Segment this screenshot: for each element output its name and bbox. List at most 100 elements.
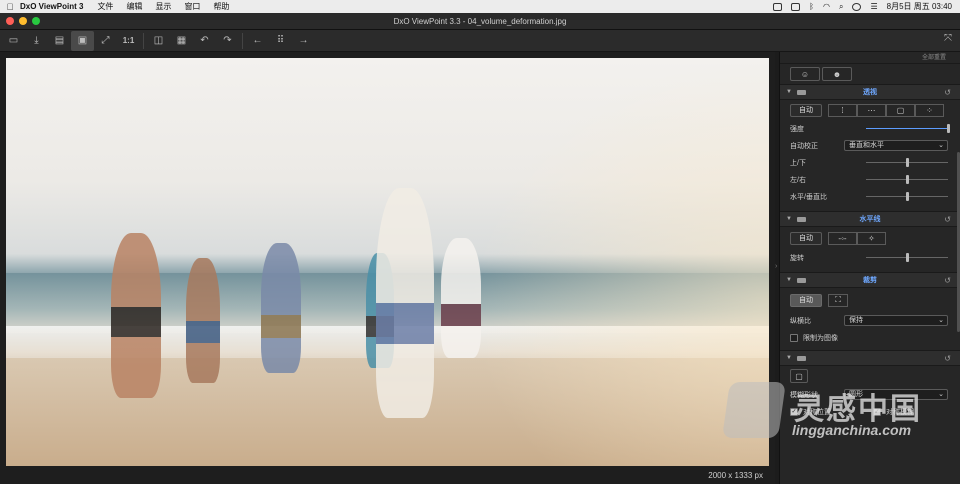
auto-correct-dropdown[interactable]: 垂直和水平 ⌄: [844, 140, 948, 151]
zoom-window-button[interactable]: [32, 17, 40, 25]
perspective-mode-segment: ⁞ ⋯ ▢ ⁘: [828, 103, 944, 117]
collapse-triangle-icon[interactable]: ▼: [786, 355, 792, 361]
chevron-down-icon: ⌄: [938, 317, 944, 324]
chevron-down-icon: ⌄: [938, 142, 944, 149]
app-menu[interactable]: DxO ViewPoint 3: [20, 2, 83, 11]
person-focus-icon[interactable]: ☺: [790, 67, 820, 81]
photo-sun-glow: [469, 58, 769, 466]
ratio-label: 水平/垂直比: [790, 193, 827, 201]
slider-knob[interactable]: [906, 175, 909, 184]
perspective-auto-button[interactable]: 自动: [790, 103, 822, 117]
rotate-right-icon[interactable]: ↷: [216, 31, 239, 51]
reset-icon[interactable]: ↺: [944, 354, 951, 363]
aspect-dropdown[interactable]: 保持 ⌄: [844, 315, 948, 326]
fit-to-screen-icon[interactable]: ⤢: [94, 31, 117, 51]
ratio-slider[interactable]: [866, 192, 948, 201]
strength-slider[interactable]: [866, 124, 950, 133]
leftright-label: 左/右: [790, 176, 806, 184]
horizon-line-icon[interactable]: -◦-: [828, 231, 857, 245]
leftright-slider[interactable]: [866, 175, 948, 184]
window-title: DxO ViewPoint 3.3 - 04_volume_deformatio…: [393, 16, 567, 26]
limit-to-image-label: 限制为图像: [803, 334, 838, 342]
auto-correct-value: 垂直和水平: [849, 142, 884, 149]
filmstrip-icon[interactable]: ⠿: [269, 31, 292, 51]
updown-slider[interactable]: [866, 158, 948, 167]
perspective-section-header[interactable]: ▼ 透视 ↺: [780, 84, 960, 100]
grid-icon[interactable]: ▦: [170, 31, 193, 51]
menu-help[interactable]: 帮助: [213, 1, 229, 12]
slider-knob[interactable]: [906, 253, 909, 262]
close-window-button[interactable]: [6, 17, 14, 25]
slider-knob[interactable]: [906, 158, 909, 167]
limit-row: 限制为图像: [780, 329, 960, 346]
minimize-window-button[interactable]: [19, 17, 27, 25]
eight-point-icon[interactable]: ⁘: [915, 103, 944, 117]
rotate-slider[interactable]: [866, 253, 948, 262]
zoom-100-button[interactable]: 1:1: [117, 31, 140, 51]
menu-view[interactable]: 显示: [155, 1, 171, 12]
previous-image-icon[interactable]: ←: [246, 31, 269, 51]
horizontal-lines-icon[interactable]: ⋯: [857, 103, 886, 117]
rectangle-icon[interactable]: ▢: [886, 103, 915, 117]
crop-section-header[interactable]: ▼ 裁剪 ↺: [780, 272, 960, 288]
slider-knob[interactable]: [947, 124, 950, 133]
reset-icon[interactable]: ↺: [944, 88, 951, 97]
slider-knob[interactable]: [906, 192, 909, 201]
aspect-label: 纵横比: [790, 317, 811, 325]
single-view-icon[interactable]: ▣: [71, 30, 94, 51]
watermark-logo-icon: [722, 382, 786, 438]
crop-title: 裁剪: [863, 277, 877, 284]
image-size-label: 2000 x 1333 px: [708, 471, 763, 480]
beach-photo[interactable]: [6, 58, 769, 466]
control-center-icon[interactable]: ☰: [870, 2, 877, 11]
window-title-bar: DxO ViewPoint 3.3 - 04_volume_deformatio…: [0, 13, 960, 30]
menu-file[interactable]: 文件: [97, 1, 113, 12]
blur-shape-icon[interactable]: ▢: [790, 369, 808, 383]
reset-all-link[interactable]: 全部重置: [780, 52, 960, 64]
watermark-en-text: lingganchina.com: [792, 422, 912, 438]
aspect-row: 纵横比 保持 ⌄: [780, 312, 960, 329]
screen-mirror-icon[interactable]: [791, 2, 801, 11]
ratio-row: 水平/垂直比: [780, 188, 960, 205]
limit-to-image-checkbox[interactable]: [790, 333, 798, 342]
perspective-mode-row: 自动 ⁞ ⋯ ▢ ⁘: [780, 100, 960, 120]
next-image-icon[interactable]: →: [292, 31, 315, 51]
vertical-lines-icon[interactable]: ⁞: [828, 103, 857, 117]
apple-menu-icon[interactable]: : [0, 2, 20, 12]
toolbar: ▭ ⤓ ▤ ▣ ⤢ 1:1 ◫ ▦ ↶ ↷ ← ⠿ → ⤧: [0, 30, 960, 52]
compare-icon[interactable]: ◫: [147, 31, 170, 51]
site-watermark: 灵感中国 lingganchina.com: [722, 382, 960, 442]
volume-icon-group: ☺ ☻: [790, 67, 960, 81]
blur-section-header[interactable]: ▼ ↺: [780, 350, 960, 366]
horizon-mode-segment: -◦- ✧: [828, 231, 886, 245]
menu-window[interactable]: 窗口: [184, 1, 200, 12]
fullscreen-icon[interactable]: ⤧: [944, 33, 952, 44]
image-viewer[interactable]: 2000 x 1333 px: [0, 52, 775, 484]
rotate-left-icon[interactable]: ↶: [193, 31, 216, 51]
horizon-auto-button[interactable]: 自动: [790, 231, 822, 245]
export-icon[interactable]: ⤓: [25, 31, 48, 51]
horizon-point-icon[interactable]: ✧: [857, 231, 886, 245]
aspect-value: 保持: [849, 317, 863, 324]
person-rotate-icon[interactable]: ☻: [822, 67, 852, 81]
clock-text[interactable]: 8月5日 周五 03:40: [887, 1, 952, 12]
menu-edit[interactable]: 编辑: [126, 1, 142, 12]
image-browser-icon[interactable]: ▤: [48, 31, 71, 51]
horizon-title: 水平线: [859, 216, 881, 223]
wifi-icon[interactable]: ◠: [823, 2, 830, 11]
reset-icon[interactable]: ↺: [944, 276, 951, 285]
search-icon[interactable]: ⌕: [839, 2, 843, 12]
bluetooth-icon[interactable]: ᛒ: [809, 2, 814, 11]
blur-toggle[interactable]: [796, 355, 806, 361]
user-switch-icon[interactable]: [852, 2, 862, 11]
leftright-row: 左/右: [780, 171, 960, 188]
horizon-section-header[interactable]: ▼ 水平线 ↺: [780, 211, 960, 227]
reset-icon[interactable]: ↺: [944, 215, 951, 224]
crop-icon[interactable]: ⛶: [828, 293, 848, 307]
crop-auto-button[interactable]: 自动: [790, 293, 822, 307]
input-method-icon[interactable]: [773, 2, 783, 11]
photo-person: [186, 258, 220, 383]
open-folder-icon[interactable]: ▭: [2, 31, 25, 51]
window-controls: [6, 17, 40, 25]
crop-mode-row: 自动 ⛶: [780, 288, 960, 312]
